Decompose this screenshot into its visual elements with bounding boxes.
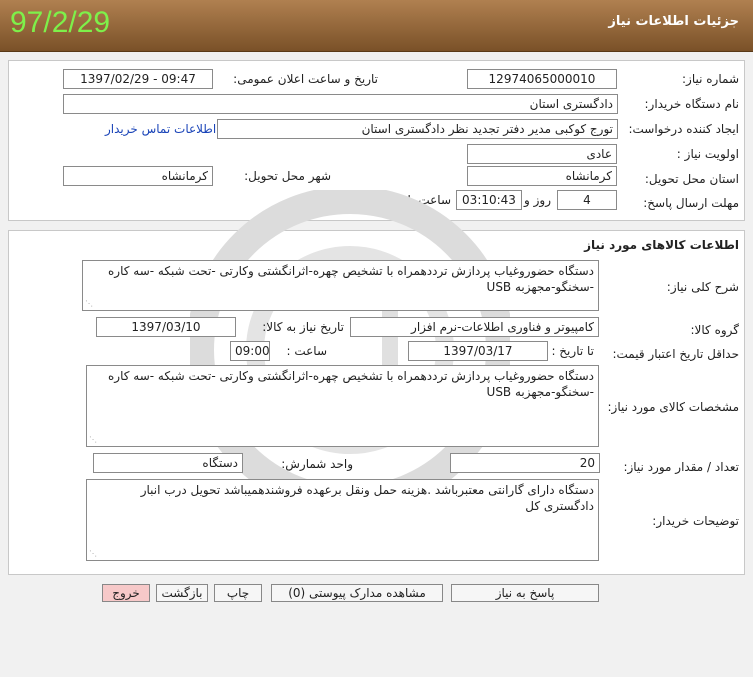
deadline-label: مهلت ارسال پاسخ: xyxy=(643,196,739,210)
province-field: کرمانشاه xyxy=(467,166,617,186)
city-field: کرمانشاه xyxy=(63,166,213,186)
unit-field: دستگاه xyxy=(93,453,243,473)
buyer-label: نام دستگاه خریدار: xyxy=(644,97,740,111)
validity-date-field: 1397/03/17 xyxy=(408,341,548,361)
page-header: 97/2/29 جزئیات اطلاعات نیاز xyxy=(0,0,753,52)
page-title: جزئیات اطلاعات نیاز xyxy=(608,14,739,29)
goods-group-label: گروه کالا: xyxy=(690,323,740,337)
buyer-notes-label: توضیحات خریدار: xyxy=(652,514,739,528)
date-stamp: 97/2/29 xyxy=(10,6,111,39)
quantity-label: تعداد / مقدار مورد نیاز: xyxy=(623,460,739,474)
deadline-days-field: 4 xyxy=(557,190,617,210)
resize-grip-icon[interactable]: ⋰ xyxy=(85,300,93,308)
buyer-field: دادگستری استان xyxy=(63,94,618,114)
unit-label: واحد شمارش: xyxy=(281,457,353,471)
resize-grip-icon[interactable]: ⋰ xyxy=(89,550,97,558)
until-date-label: تا تاریخ : xyxy=(551,344,594,358)
need-date-label: تاریخ نیاز به کالا: xyxy=(262,320,344,334)
print-button[interactable]: چاپ xyxy=(214,584,262,602)
exit-button[interactable]: خروج xyxy=(102,584,150,602)
announce-label: تاریخ و ساعت اعلان عمومی: xyxy=(233,72,378,86)
specs-text: دستگاه حضوروغیاب پردازش ترددهمراه با تشخ… xyxy=(108,369,594,399)
need-number-label: شماره نیاز: xyxy=(682,72,739,86)
city-label: شهر محل تحویل: xyxy=(244,169,331,183)
specs-textarea[interactable]: دستگاه حضوروغیاب پردازش ترددهمراه با تشخ… xyxy=(86,365,599,447)
reply-button[interactable]: پاسخ به نیاز xyxy=(451,584,599,602)
goods-group-field: کامپیوتر و فناوری اطلاعات-نرم افزار xyxy=(350,317,599,337)
back-button[interactable]: بازگشت xyxy=(156,584,208,602)
general-desc-textarea[interactable]: دستگاه حضوروغیاب پردازش ترددهمراه با تشخ… xyxy=(82,260,599,311)
validity-label: حداقل تاریخ اعتبار قیمت: xyxy=(612,347,739,361)
buyer-notes-textarea[interactable]: دستگاه دارای گارانتی معتبرباشد .هزینه حم… xyxy=(86,479,599,561)
priority-label: اولویت نیاز : xyxy=(676,147,739,161)
need-number-field: 12974065000010 xyxy=(467,69,617,89)
contact-buyer-link[interactable]: اطلاعات تماس خریدار xyxy=(105,122,216,136)
creator-label: ایجاد کننده درخواست: xyxy=(628,122,739,136)
days-label: روز و xyxy=(524,193,551,207)
specs-label: مشخصات کالای مورد نیاز: xyxy=(607,400,739,414)
validity-time-label: ساعت : xyxy=(286,344,327,358)
goods-section-title: اطلاعات کالاهای مورد نیاز xyxy=(584,238,739,252)
quantity-field: 20 xyxy=(450,453,600,473)
announce-field: 1397/02/29 - 09:47 xyxy=(63,69,213,89)
province-label: استان محل تحویل: xyxy=(644,172,739,186)
buyer-notes-text: دستگاه دارای گارانتی معتبرباشد .هزینه حم… xyxy=(140,483,594,513)
priority-field: عادی xyxy=(467,144,617,164)
attachments-button[interactable]: مشاهده مدارک پیوستی (0) xyxy=(271,584,443,602)
need-date-field: 1397/03/10 xyxy=(96,317,236,337)
resize-grip-icon[interactable]: ⋰ xyxy=(89,436,97,444)
general-desc-text: دستگاه حضوروغیاب پردازش ترددهمراه با تشخ… xyxy=(108,264,594,294)
validity-time-field: 09:00 xyxy=(230,341,270,361)
creator-field: تورج کوکبی مدیر دفتر تجدید نظر دادگستری … xyxy=(217,119,618,139)
general-desc-label: شرح کلی نیاز: xyxy=(666,280,739,294)
